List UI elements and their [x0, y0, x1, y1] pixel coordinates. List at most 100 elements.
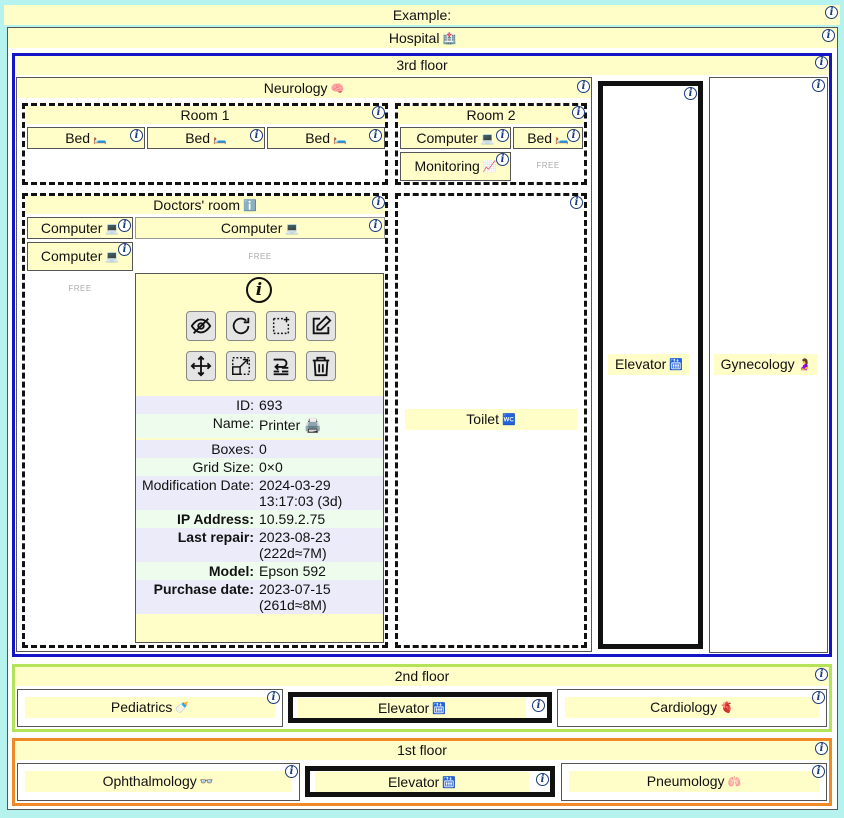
room-1-header: Room 1	[25, 106, 385, 124]
floor-2-title: 2nd floor	[394, 668, 450, 684]
doctors-room-free-left: FREE	[68, 284, 92, 293]
room-2-computer-info-icon[interactable]: i	[496, 129, 509, 142]
floor-2-elevator-info-icon[interactable]: i	[532, 699, 545, 712]
lungs-icon: 🫁	[727, 776, 742, 789]
cardiology-label: Cardiology	[650, 699, 718, 715]
floor-3-info-icon[interactable]: i	[815, 56, 828, 69]
room-1-bed-3-info-icon[interactable]: i	[369, 129, 382, 142]
room-1-bed-3[interactable]: Bed 🛏️	[267, 127, 385, 149]
field-row-name: Name: Printer 🖨️	[136, 414, 383, 438]
popup-info-icon: i	[246, 277, 272, 303]
resize-icon	[232, 357, 250, 375]
refresh-button[interactable]	[226, 311, 256, 341]
field-row-modification-date: Modification Date: 2024-03-29 13:17:03 (…	[136, 476, 383, 510]
example-info-icon[interactable]: i	[825, 6, 838, 19]
elevator-label: Elevator	[377, 700, 430, 716]
add-icon	[272, 316, 290, 335]
pediatrics-info-icon[interactable]: i	[267, 691, 280, 704]
room-2-monitoring[interactable]: Monitoring 📈	[400, 152, 511, 181]
doctors-room-header: Doctors' room ℹ️	[25, 196, 385, 214]
cardiology-info-icon[interactable]: i	[812, 691, 825, 704]
room-1-bed-1[interactable]: Bed 🛏️	[27, 127, 145, 149]
field-row-last-repair: Last repair: 2023-08-23 (222d≈7M)	[136, 528, 383, 562]
doctors-room-computer-2-info-icon[interactable]: i	[369, 219, 382, 232]
computer-label: Computer	[220, 220, 283, 236]
glasses-icon: 👓	[199, 776, 214, 789]
bed-icon: 🛏️	[93, 133, 107, 146]
room-1-bed-2-info-icon[interactable]: i	[250, 129, 263, 142]
floor-1-elevator-label-tile: Elevator 🛗	[315, 772, 529, 792]
bed-label: Bed	[305, 130, 331, 146]
doctors-room-title: Doctors' room	[153, 197, 240, 213]
floor-1-info-icon[interactable]: i	[815, 742, 828, 755]
room-2-title: Room 2	[466, 107, 516, 123]
pneumology-label: Pneumology	[646, 773, 725, 789]
doctors-room-computer-1-info-icon[interactable]: i	[118, 219, 131, 232]
heart-icon: 🫀	[720, 702, 734, 715]
room-2-info-icon[interactable]: i	[572, 106, 585, 119]
field-key: Boxes:	[211, 441, 254, 457]
move-button[interactable]	[186, 351, 216, 381]
doctors-room-computer-2[interactable]: Computer 💻	[135, 217, 385, 239]
floor-3-elevator-info-icon[interactable]: i	[684, 87, 697, 100]
doctors-room-computer-3-info-icon[interactable]: i	[118, 243, 131, 256]
floor-1-header: 1st floor	[15, 741, 829, 760]
room-1-info-icon[interactable]: i	[372, 106, 385, 119]
hide-icon	[190, 318, 212, 334]
field-row-model: Model: Epson 592	[136, 562, 383, 580]
info-popup: i ID: 693 Name: Printer 🖨️ Boxes: 0 Grid…	[135, 273, 384, 643]
elevator-icon: 🛗	[669, 359, 684, 372]
hospital-info-icon[interactable]: i	[822, 29, 835, 42]
field-value: 0	[259, 441, 267, 457]
computer-label: Computer	[416, 130, 478, 146]
laptop-icon: 💻	[105, 251, 120, 264]
room-2-free-space: FREE	[536, 161, 560, 170]
popup-footer-strip	[136, 614, 383, 622]
neurology-info-icon[interactable]: i	[577, 80, 590, 93]
add-button[interactable]	[266, 311, 296, 341]
resize-button[interactable]	[226, 351, 256, 381]
gynecology-info-icon[interactable]: i	[812, 79, 825, 92]
field-value: 2023-07-15	[259, 581, 331, 597]
field-row-boxes: Boxes: 0	[136, 440, 383, 458]
doctors-room-info-icon[interactable]: i	[372, 196, 385, 209]
edit-button[interactable]	[306, 311, 336, 341]
field-row-id: ID: 693	[136, 396, 383, 414]
room-2-bed-info-icon[interactable]: i	[567, 129, 580, 142]
room-2-monitoring-info-icon[interactable]: i	[496, 153, 509, 166]
delete-button[interactable]	[306, 351, 336, 381]
wc-icon: 🚾	[501, 414, 516, 427]
field-key: Last repair:	[177, 529, 254, 545]
field-key: Modification Date:	[141, 477, 254, 493]
field-value: Epson 592	[259, 563, 326, 579]
room-2-computer[interactable]: Computer 💻	[400, 127, 511, 149]
floor-2-info-icon[interactable]: i	[815, 668, 828, 681]
floor-2-elevator-label-tile: Elevator 🛗	[298, 698, 526, 718]
floor-1-title: 1st floor	[397, 742, 447, 758]
room-1-bed-2[interactable]: Bed 🛏️	[147, 127, 265, 149]
floor-1-elevator-info-icon[interactable]: i	[536, 773, 549, 786]
neurology-title: Neurology	[263, 80, 328, 96]
field-row-grid-size: Grid Size: 0×0	[136, 458, 383, 476]
reorder-button[interactable]	[266, 351, 296, 381]
laptop-icon: 💻	[285, 223, 300, 236]
pediatrics-label: Pediatrics	[110, 699, 173, 715]
bed-icon: 🛏️	[213, 133, 227, 146]
hide-button[interactable]	[186, 311, 216, 341]
field-row-purchase-date: Purchase date: 2023-07-15 (261d≈8M)	[136, 580, 383, 614]
floor-3-elevator-label-tile: Elevator 🛗	[608, 354, 690, 375]
toilet[interactable]: Toilet 🚾	[405, 409, 577, 430]
edit-icon	[312, 315, 332, 335]
elevator-icon: 🛗	[432, 703, 447, 716]
doctors-room-computer-1[interactable]: Computer 💻	[27, 217, 133, 239]
room-1-bed-1-info-icon[interactable]: i	[130, 129, 143, 142]
refresh-icon	[232, 317, 250, 335]
pneumology-info-icon[interactable]: i	[812, 765, 825, 778]
ophthalmology-info-icon[interactable]: i	[285, 765, 298, 778]
example-label: Example:	[392, 7, 452, 23]
computer-label: Computer	[40, 220, 103, 236]
pregnant-icon: 🤰	[797, 359, 812, 372]
toilet-info-icon[interactable]: i	[570, 196, 583, 209]
brain-icon: 🧠	[330, 83, 345, 96]
doctors-room-computer-3[interactable]: Computer 💻	[27, 242, 133, 271]
